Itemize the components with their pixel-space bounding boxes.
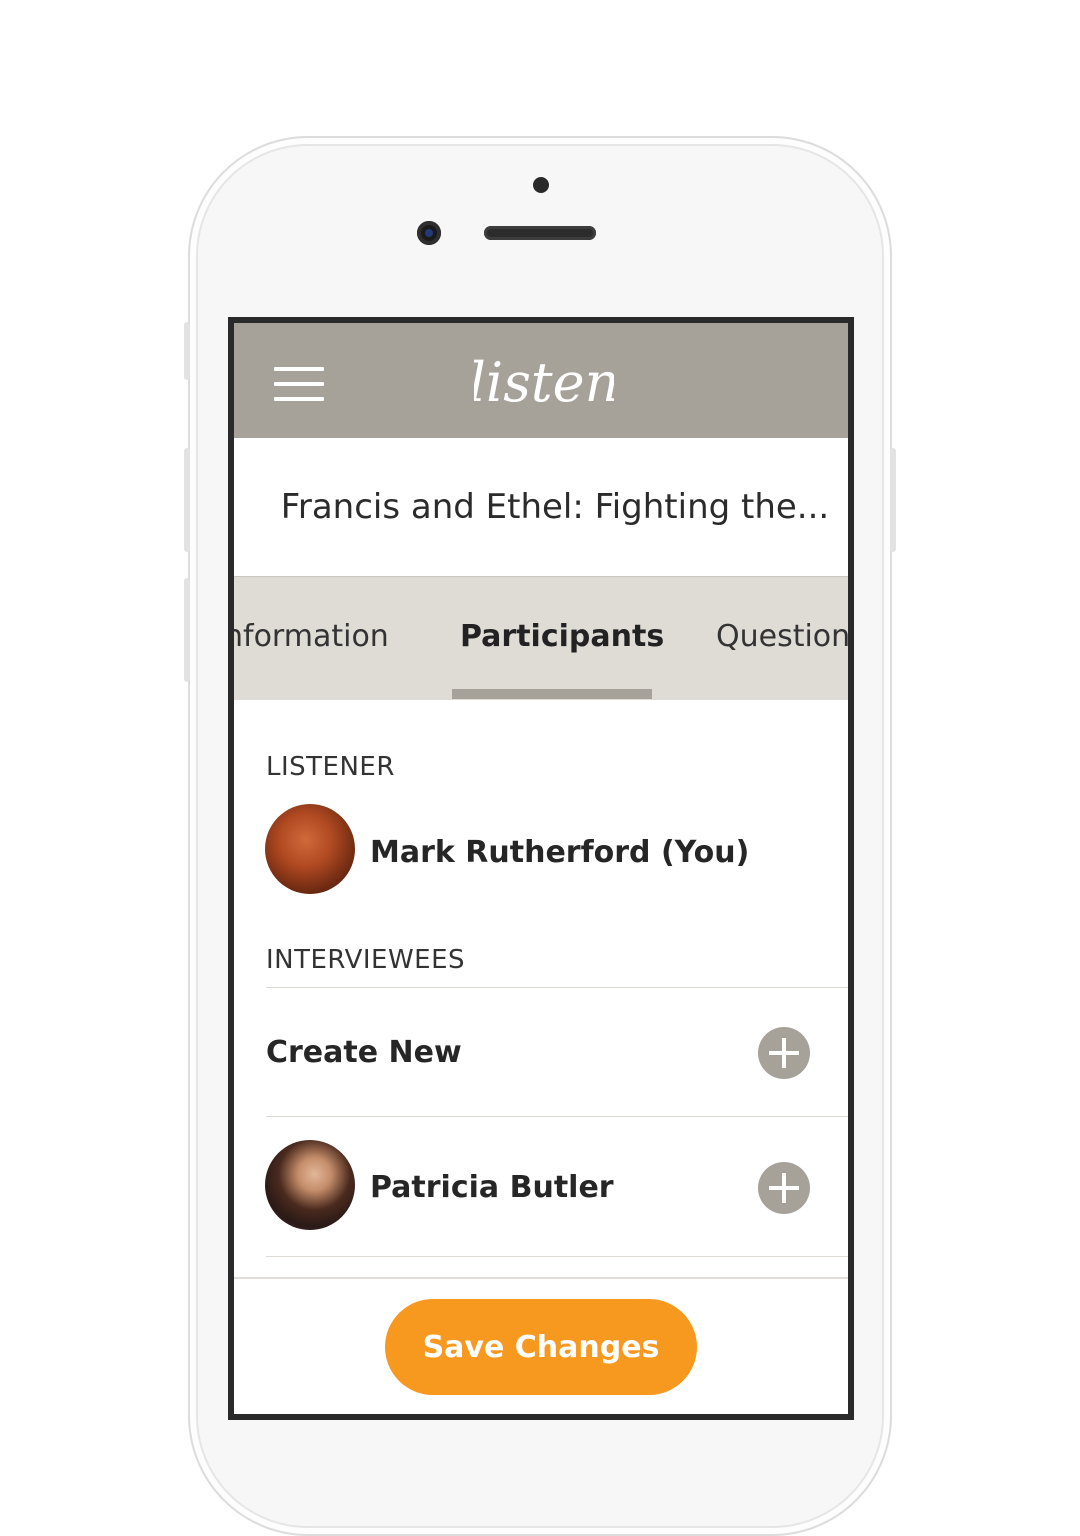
- phone-side-button: [184, 448, 190, 552]
- phone-sensor: [533, 177, 549, 193]
- logo-icon: listen: [474, 351, 614, 414]
- app-bar: listen: [234, 323, 848, 438]
- active-tab-indicator: [452, 689, 652, 699]
- app-screen: listen Francis and Ethel: Fighting the..…: [228, 317, 854, 1420]
- tab-bar: nformation Participants Question: [234, 577, 848, 700]
- tab-information[interactable]: nformation: [234, 619, 389, 654]
- divider: [266, 987, 848, 988]
- divider: [266, 1116, 848, 1117]
- save-changes-button[interactable]: Save Changes: [385, 1299, 697, 1395]
- menu-icon[interactable]: [274, 367, 324, 401]
- interviewee-name: Patricia Butler: [370, 1170, 614, 1205]
- avatar: [265, 804, 355, 894]
- interviewees-section-label: INTERVIEWEES: [266, 945, 466, 975]
- add-interviewee-button[interactable]: [758, 1162, 810, 1214]
- phone-side-button: [890, 448, 896, 552]
- page-title: Francis and Ethel: Fighting the...: [280, 487, 830, 527]
- phone-side-button: [184, 322, 190, 380]
- listener-name: Mark Rutherford (You): [370, 835, 750, 870]
- listener-section-label: LISTENER: [266, 752, 395, 782]
- phone-camera: [417, 221, 441, 245]
- divider: [266, 1256, 848, 1257]
- create-new-add-button[interactable]: [758, 1027, 810, 1079]
- page-title-bar: Francis and Ethel: Fighting the...: [234, 438, 848, 577]
- avatar: [265, 1140, 355, 1230]
- tab-questions[interactable]: Question: [716, 619, 848, 654]
- tab-participants[interactable]: Participants: [460, 619, 664, 654]
- phone-side-button: [184, 578, 190, 682]
- phone-speaker: [484, 226, 596, 240]
- footer: Save Changes: [234, 1277, 848, 1414]
- svg-text:listen: listen: [474, 351, 614, 414]
- create-new-label[interactable]: Create New: [266, 1035, 462, 1070]
